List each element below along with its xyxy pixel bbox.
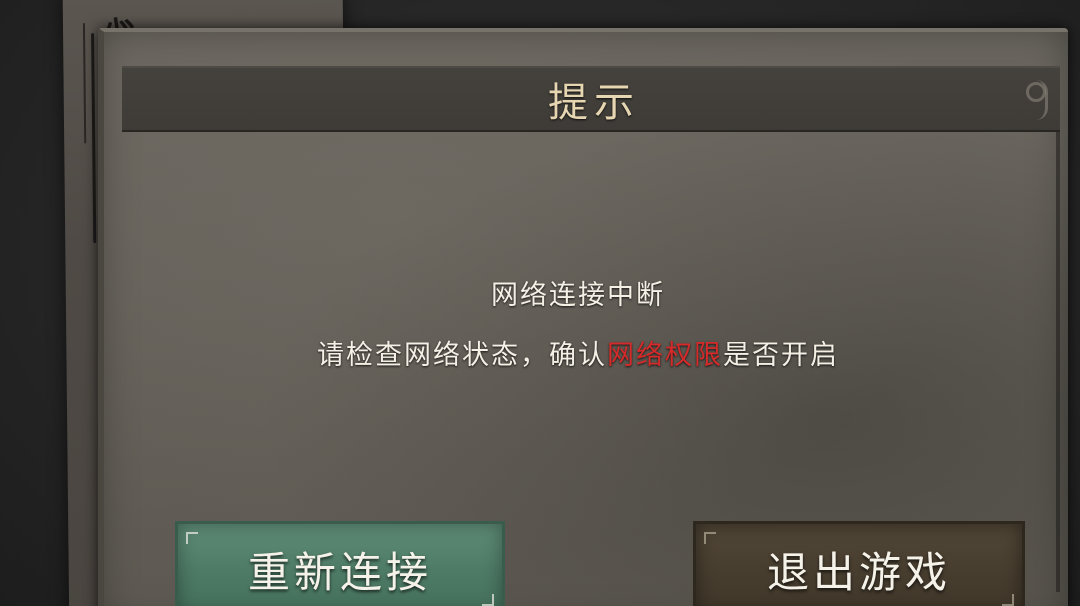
game-screen: ⺗ 提示 网络连接中断 请检查网络状态，确认网络权限是否开启 重新连接 退出游戏 — [0, 0, 1080, 606]
button-corner-icon — [1002, 594, 1014, 606]
message-line-2-prefix: 请检查网络状态，确认 — [317, 340, 607, 371]
message-line-1: 网络连接中断 — [491, 280, 665, 311]
message-line-2-suffix: 是否开启 — [723, 340, 839, 371]
button-corner-icon — [482, 594, 494, 606]
reconnect-button-label: 重新连接 — [247, 547, 432, 597]
network-dialog: 提示 网络连接中断 请检查网络状态，确认网络权限是否开启 重新连接 退出游戏 — [98, 28, 1068, 606]
scroll-rope-decoration — [91, 33, 97, 244]
ring-ornament-icon — [1026, 82, 1046, 102]
button-corner-icon — [704, 532, 716, 544]
reconnect-button[interactable]: 重新连接 — [178, 524, 502, 606]
button-corner-icon — [186, 532, 198, 544]
exit-game-button[interactable]: 退出游戏 — [696, 524, 1022, 606]
dialog-title-bar: 提示 — [122, 66, 1060, 132]
dialog-message: 网络连接中断 请检查网络状态，确认网络权限是否开启 — [98, 276, 1058, 376]
scroll-line-decoration — [82, 23, 87, 144]
exit-game-button-label: 退出游戏 — [766, 547, 951, 597]
message-network-permission-highlight: 网络权限 — [607, 340, 723, 371]
message-line-2: 请检查网络状态，确认网络权限是否开启 — [98, 336, 1058, 376]
dialog-title: 提示 — [548, 80, 640, 126]
